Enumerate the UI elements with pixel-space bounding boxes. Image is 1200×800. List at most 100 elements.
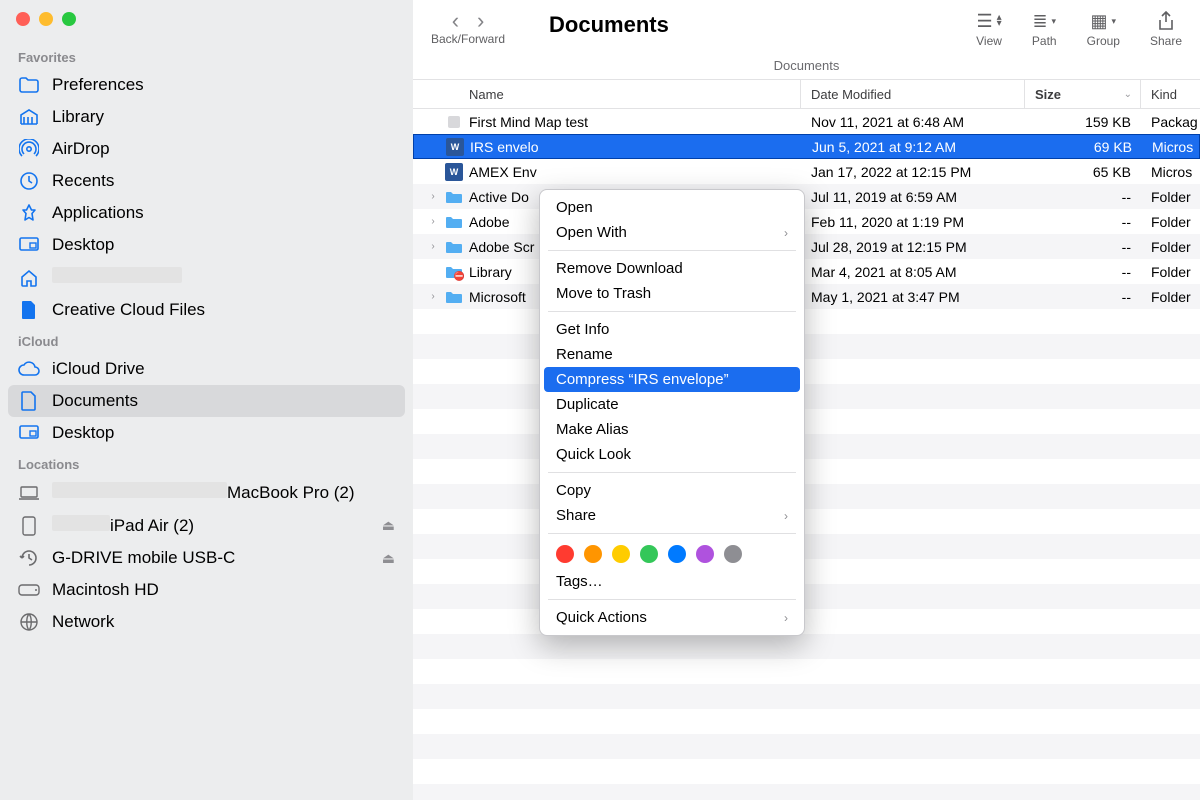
grid-icon: ▦ [1091, 11, 1108, 32]
file-size: -- [1025, 264, 1141, 280]
context-tag-colors [540, 539, 804, 569]
toolbar-share[interactable]: Share [1150, 10, 1182, 48]
path-icon: ≣ [1032, 11, 1047, 32]
cloud-icon [18, 361, 40, 377]
folder-icon [445, 188, 463, 206]
file-row[interactable]: ›Active DoJul 11, 2019 at 6:59 AM--Folde… [413, 184, 1200, 209]
column-header-size[interactable]: Size⌄ [1025, 80, 1141, 108]
sidebar-item-desktop[interactable]: Desktop [8, 229, 405, 261]
toolbar-view[interactable]: ☰▴▾ View [976, 10, 1002, 48]
share-icon [1157, 11, 1175, 31]
context-make-alias[interactable]: Make Alias [540, 417, 804, 442]
sidebar-item-documents[interactable]: Documents [8, 385, 405, 417]
sidebar-item-macbook[interactable]: MacBook Pro (2) [8, 476, 405, 509]
sidebar-item-ipad[interactable]: iPad Air (2) ⏏ [8, 509, 405, 542]
tag-green[interactable] [640, 545, 658, 563]
sidebar-item-recents[interactable]: Recents [8, 165, 405, 197]
forward-button[interactable]: › [477, 10, 484, 32]
context-share[interactable]: Share› [540, 503, 804, 528]
disclosure-triangle[interactable]: › [427, 191, 439, 202]
context-quick-actions[interactable]: Quick Actions› [540, 605, 804, 630]
sidebar-item-preferences[interactable]: Preferences [8, 69, 405, 101]
sidebar-item-gdrive[interactable]: G-DRIVE mobile USB-C ⏏ [8, 542, 405, 574]
eject-icon[interactable]: ⏏ [382, 517, 395, 534]
empty-row [413, 659, 1200, 684]
empty-row [413, 534, 1200, 559]
tag-blue[interactable] [668, 545, 686, 563]
context-quick-look[interactable]: Quick Look [540, 442, 804, 467]
column-header-date[interactable]: Date Modified [801, 80, 1025, 108]
word-doc-icon: W [446, 138, 464, 156]
context-tags[interactable]: Tags… [540, 569, 804, 594]
disclosure-triangle[interactable]: › [427, 291, 439, 302]
library-icon [18, 108, 40, 126]
toolbar-group[interactable]: ▦▾ Group [1087, 10, 1120, 48]
file-row[interactable]: ›AdobeFeb 11, 2020 at 1:19 PM--Folder [413, 209, 1200, 234]
tag-yellow[interactable] [612, 545, 630, 563]
eject-icon[interactable]: ⏏ [382, 550, 395, 567]
context-open-with[interactable]: Open With› [540, 220, 804, 245]
tag-purple[interactable] [696, 545, 714, 563]
minimize-window-button[interactable] [39, 12, 53, 26]
file-row[interactable]: WAMEX EnvJan 17, 2022 at 12:15 PM65 KBMi… [413, 159, 1200, 184]
tag-gray[interactable] [724, 545, 742, 563]
sidebar-item-airdrop[interactable]: AirDrop [8, 133, 405, 165]
file-kind: Folder [1141, 189, 1200, 205]
document-icon [18, 391, 40, 411]
toolbar-path[interactable]: ≣▾ Path [1032, 10, 1057, 48]
sidebar-item-label: Creative Cloud Files [52, 300, 395, 320]
sidebar-item-icloud-drive[interactable]: iCloud Drive [8, 353, 405, 385]
sidebar-item-applications[interactable]: Applications [8, 197, 405, 229]
list-view-icon: ☰ [976, 11, 992, 32]
empty-row [413, 484, 1200, 509]
sidebar-item-label: Documents [52, 391, 395, 411]
file-kind: Packag [1141, 114, 1200, 130]
file-size: 65 KB [1025, 164, 1141, 180]
disk-icon [18, 584, 40, 596]
context-get-info[interactable]: Get Info [540, 317, 804, 342]
file-row[interactable]: WIRS enveloJun 5, 2021 at 9:12 AM69 KBMi… [413, 134, 1200, 159]
empty-row [413, 559, 1200, 584]
file-size: 159 KB [1025, 114, 1141, 130]
back-button[interactable]: ‹ [452, 10, 459, 32]
sidebar-item-macintosh-hd[interactable]: Macintosh HD [8, 574, 405, 606]
sidebar-item-home[interactable] [8, 261, 405, 294]
sidebar-item-creative-cloud[interactable]: Creative Cloud Files [8, 294, 405, 326]
file-size: -- [1025, 214, 1141, 230]
tag-red[interactable] [556, 545, 574, 563]
context-copy[interactable]: Copy [540, 478, 804, 503]
path-bar[interactable]: Documents [413, 58, 1200, 79]
file-row[interactable]: First Mind Map testNov 11, 2021 at 6:48 … [413, 109, 1200, 134]
tag-orange[interactable] [584, 545, 602, 563]
sidebar-item-library[interactable]: Library [8, 101, 405, 133]
context-rename[interactable]: Rename [540, 342, 804, 367]
context-duplicate[interactable]: Duplicate [540, 392, 804, 417]
disclosure-triangle[interactable]: › [427, 241, 439, 252]
zoom-window-button[interactable] [62, 12, 76, 26]
context-remove-download[interactable]: Remove Download [540, 256, 804, 281]
context-compress[interactable]: Compress “IRS envelope” [544, 367, 800, 392]
file-row[interactable]: ›MicrosoftMay 1, 2021 at 3:47 PM--Folder [413, 284, 1200, 309]
sidebar: Favorites Preferences Library AirDrop Re… [0, 0, 413, 800]
file-row[interactable]: LibraryMar 4, 2021 at 8:05 AM--Folder [413, 259, 1200, 284]
disclosure-triangle[interactable]: › [427, 216, 439, 227]
empty-row [413, 759, 1200, 784]
sidebar-section-favorites: Favorites [8, 42, 405, 69]
sidebar-item-icloud-desktop[interactable]: Desktop [8, 417, 405, 449]
sidebar-item-label: G-DRIVE mobile USB-C [52, 548, 370, 568]
file-name: Microsoft [469, 289, 526, 305]
close-window-button[interactable] [16, 12, 30, 26]
file-row[interactable]: ›Adobe ScrJul 28, 2019 at 12:15 PM--Fold… [413, 234, 1200, 259]
word-doc-icon: W [445, 163, 463, 181]
sidebar-item-network[interactable]: Network [8, 606, 405, 638]
sort-descending-icon: ⌄ [1124, 89, 1132, 100]
context-separator [548, 533, 796, 534]
column-header-kind[interactable]: Kind [1141, 80, 1200, 108]
sidebar-item-label: Desktop [52, 235, 395, 255]
column-header-name[interactable]: Name [413, 80, 801, 108]
context-open[interactable]: Open [540, 195, 804, 220]
file-date: Jul 11, 2019 at 6:59 AM [801, 189, 1025, 205]
context-move-to-trash[interactable]: Move to Trash [540, 281, 804, 306]
airdrop-icon [18, 139, 40, 159]
empty-row [413, 609, 1200, 634]
